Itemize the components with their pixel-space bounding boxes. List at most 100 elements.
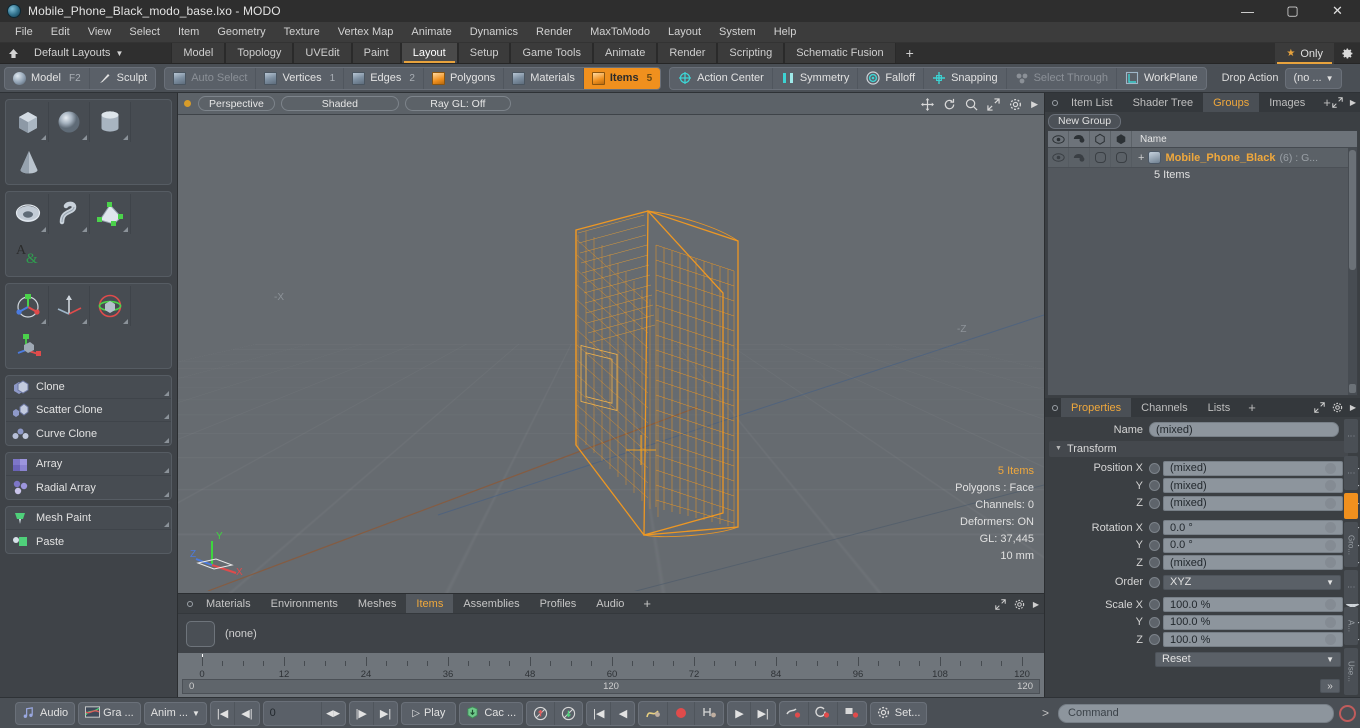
add-layout-tab-button[interactable]: +	[895, 43, 924, 63]
tab-shader-tree[interactable]: Shader Tree	[1123, 93, 1204, 112]
curve-key-button[interactable]	[639, 701, 669, 725]
close-button[interactable]: ✕	[1315, 0, 1360, 22]
bottom-tab-meshes[interactable]: Meshes	[348, 594, 407, 613]
timeline[interactable]: 0 12 24 36 48 60 72 84 96 108 120 0 120 …	[178, 653, 1044, 697]
scale-icon[interactable]	[8, 326, 49, 366]
select-items-button[interactable]: Items 5	[583, 67, 661, 89]
layout-tab-render[interactable]: Render	[657, 43, 718, 63]
rail-seg-active[interactable]	[1344, 492, 1358, 519]
gear-icon[interactable]	[1009, 98, 1022, 111]
rail-seg-1[interactable]: ⋮	[1344, 419, 1358, 453]
falloff-button[interactable]: Falloff	[858, 67, 925, 89]
select-edges-button[interactable]: Edges 2	[344, 67, 424, 89]
cube-primitive-icon[interactable]	[8, 102, 49, 142]
viewport-shading-dropdown[interactable]: Shaded	[280, 96, 399, 111]
rotation-z-input[interactable]: (mixed)	[1163, 555, 1343, 571]
scale-z-animate-toggle[interactable]	[1149, 634, 1160, 646]
scatter-clone-tool-row[interactable]: Scatter Clone	[6, 399, 171, 422]
action-center-button[interactable]: Action Center	[670, 67, 773, 89]
row-visibility-toggle[interactable]	[1048, 148, 1069, 167]
gear-icon[interactable]	[1332, 402, 1343, 413]
rotation-x-animate-toggle[interactable]	[1149, 522, 1160, 534]
menu-texture[interactable]: Texture	[275, 22, 329, 43]
tab-groups[interactable]: Groups	[1203, 93, 1260, 112]
key-position-button[interactable]	[780, 701, 809, 725]
gear-icon[interactable]	[1334, 43, 1360, 64]
expand-icon[interactable]	[995, 598, 1006, 610]
menu-select[interactable]: Select	[120, 22, 169, 43]
menu-file[interactable]: File	[6, 22, 42, 43]
scale-y-animate-toggle[interactable]	[1149, 616, 1160, 628]
position-y-input[interactable]: (mixed)	[1163, 478, 1343, 494]
record-circle-icon[interactable]	[1339, 704, 1356, 722]
timeline-range-bar[interactable]: 0 120 120	[182, 679, 1040, 694]
setup-button[interactable]: Set...	[869, 701, 928, 725]
position-z-animate-toggle[interactable]	[1149, 497, 1160, 509]
rail-seg-use[interactable]: Use...	[1344, 648, 1358, 695]
expand-icon[interactable]	[1332, 97, 1343, 108]
fit-icon[interactable]	[987, 97, 1000, 111]
mode-model-button[interactable]: Model F2	[5, 67, 90, 89]
table-row[interactable]: + Mobile_Phone_Black (6) : G...	[1048, 148, 1357, 168]
row-shade-toggle[interactable]	[1090, 148, 1111, 167]
rail-seg-a[interactable]: A...	[1344, 607, 1358, 646]
rail-seg-2[interactable]: ⋮	[1344, 455, 1358, 490]
tab-channels[interactable]: Channels	[1131, 398, 1197, 417]
minimize-button[interactable]: —	[1225, 0, 1270, 22]
menu-render[interactable]: Render	[527, 22, 581, 43]
workplane-button[interactable]: WorkPlane	[1117, 68, 1206, 89]
rotate-icon[interactable]	[90, 286, 131, 326]
bottom-tab-assemblies[interactable]: Assemblies	[453, 594, 529, 613]
last-key-button[interactable]: ▶|	[751, 702, 774, 725]
eye-icon[interactable]	[1048, 131, 1069, 147]
select-polygons-button[interactable]: Polygons	[424, 67, 505, 89]
go-to-end-button[interactable]: ▶|	[374, 702, 397, 725]
timeline-ruler[interactable]: 0 12 24 36 48 60 72 84 96 108 120	[199, 653, 1030, 680]
layout-tab-animate[interactable]: Animate	[592, 43, 658, 63]
text-primitive-icon[interactable]: A &	[8, 234, 49, 274]
cone-primitive-icon[interactable]	[8, 142, 49, 182]
menu-dynamics[interactable]: Dynamics	[461, 22, 527, 43]
menu-system[interactable]: System	[710, 22, 765, 43]
rotate-icon[interactable]	[943, 98, 956, 111]
audio-button[interactable]: Audio	[15, 701, 76, 725]
chevron-right-icon[interactable]: ▶	[1350, 403, 1356, 412]
add-properties-tab-button[interactable]: +	[1240, 398, 1264, 417]
default-layouts-dropdown[interactable]: Default Layouts ▼	[26, 43, 131, 63]
wire-icon[interactable]	[1111, 131, 1132, 147]
chevron-right-icon[interactable]: ▶	[1031, 99, 1038, 110]
reset-dropdown[interactable]: Reset ▼	[1155, 651, 1341, 667]
go-to-start-button[interactable]: |◀	[211, 701, 236, 725]
select-auto-select-button[interactable]: Auto Select	[165, 67, 257, 89]
rail-seg-3[interactable]: ⋮	[1344, 570, 1358, 605]
rotation-y-input[interactable]: 0.0 °	[1163, 537, 1343, 553]
bottom-tab-materials[interactable]: Materials	[196, 594, 261, 613]
layout-tab-model[interactable]: Model	[171, 43, 226, 63]
transform-section-header[interactable]: ▼ Transform	[1049, 440, 1348, 457]
torus-primitive-icon[interactable]	[8, 194, 49, 234]
snapping-button[interactable]: Snapping	[924, 67, 1007, 89]
tab-item-list[interactable]: Item List	[1061, 93, 1123, 112]
position-x-animate-toggle[interactable]	[1149, 462, 1160, 474]
position-y-animate-toggle[interactable]	[1149, 480, 1160, 492]
menu-layout[interactable]: Layout	[659, 22, 710, 43]
menu-help[interactable]: Help	[765, 22, 806, 43]
layout-tab-setup[interactable]: Setup	[457, 43, 511, 63]
only-toggle-button[interactable]: ★ Only	[1275, 43, 1334, 64]
menu-item[interactable]: Item	[169, 22, 208, 43]
row-wire-toggle[interactable]	[1111, 148, 1132, 167]
layout-tab-uvedit[interactable]: UVEdit	[293, 43, 352, 63]
tab-lists[interactable]: Lists	[1198, 398, 1241, 417]
scale-x-animate-toggle[interactable]	[1149, 599, 1160, 611]
bottom-tab-environments[interactable]: Environments	[261, 594, 348, 613]
drop-action-dropdown[interactable]: (no ... ▼	[1285, 67, 1342, 89]
right-tabs-menu-icon[interactable]	[1049, 93, 1061, 112]
array-tool-row[interactable]: Array	[6, 453, 171, 476]
shade-icon[interactable]	[1090, 131, 1111, 147]
menu-edit[interactable]: Edit	[42, 22, 79, 43]
layout-tab-game-tools[interactable]: Game Tools	[510, 43, 593, 63]
home-icon[interactable]	[0, 43, 26, 63]
menu-geometry[interactable]: Geometry	[208, 22, 274, 43]
expander-icon[interactable]: +	[1138, 152, 1144, 164]
render-icon[interactable]	[1069, 131, 1090, 147]
